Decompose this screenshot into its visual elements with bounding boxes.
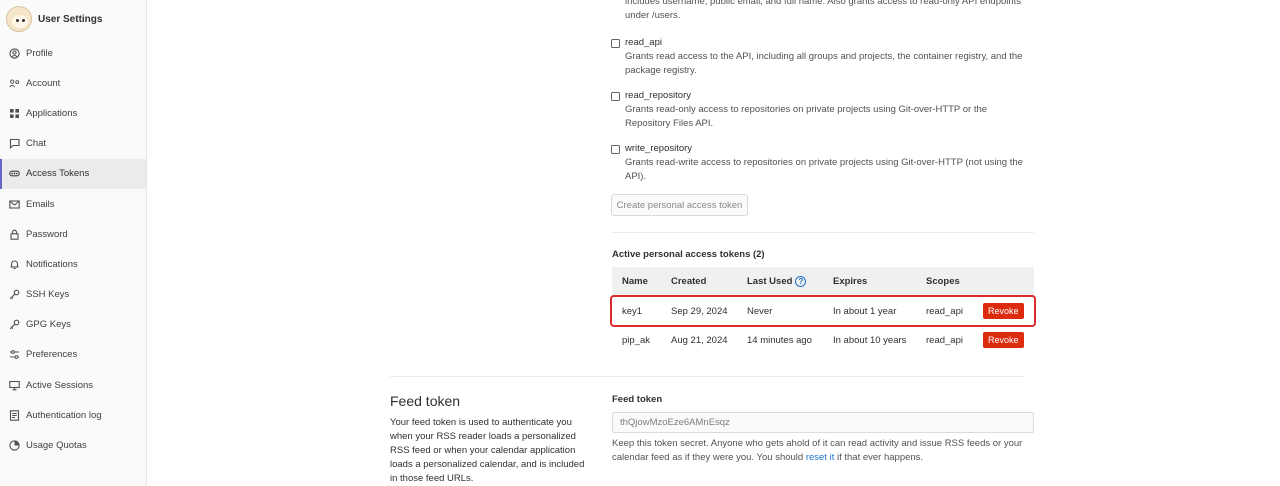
write-repository-checkbox[interactable] [611, 145, 620, 154]
help-icon[interactable]: ? [795, 275, 807, 287]
sidebar-item-authentication-log[interactable]: Authentication log [0, 400, 146, 430]
account-icon [9, 78, 20, 89]
log-icon [9, 410, 20, 421]
preferences-icon [9, 349, 20, 360]
col-expires: Expires [833, 275, 868, 287]
col-scopes: Scopes [926, 275, 960, 287]
sidebar-item-notifications[interactable]: Notifications [0, 249, 146, 279]
feed-token-description: Your feed token is used to authenticate … [390, 417, 585, 484]
col-name: Name [622, 275, 648, 287]
sidebar-item-chat[interactable]: Chat [0, 129, 146, 159]
scope-read-api: read_api Grants read access to the API, … [611, 37, 1034, 78]
sidebar-item-account[interactable]: Account [0, 68, 146, 98]
read-repository-checkbox[interactable] [611, 92, 620, 101]
sidebar-item-label: Access Tokens [26, 168, 90, 180]
scope-read-repository: read_repository Grants read-only access … [611, 90, 1034, 131]
token-icon [9, 168, 20, 179]
read-repository-label[interactable]: read_repository [625, 90, 1034, 102]
col-created: Created [671, 275, 707, 287]
revoke-cell: Revoke [983, 297, 1024, 325]
sidebar-item-label: Account [26, 77, 61, 89]
read-repository-desc: Grants read-only access to repositories … [625, 104, 988, 129]
feed-token-help: Keep this token secret. Anyone who gets … [612, 437, 1034, 465]
read-api-checkbox[interactable] [611, 39, 620, 48]
key-icon [9, 289, 20, 300]
scope-write-repository: write_repository Grants read-write acces… [611, 143, 1034, 184]
section-divider [390, 376, 1024, 377]
read-api-desc: Grants read access to the API, including… [625, 51, 1023, 76]
write-repository-desc: Grants read-write access to repositories… [625, 157, 1023, 182]
email-icon [9, 199, 20, 210]
bell-icon [9, 259, 20, 270]
sidebar-item-gpg-keys[interactable]: GPG Keys [0, 310, 146, 340]
write-repository-label[interactable]: write_repository [625, 143, 1034, 155]
table-row: pip_ak Aug 21, 2024 14 minutes ago In ab… [612, 326, 1034, 354]
sidebar-item-profile[interactable]: Profile [0, 38, 146, 68]
key-icon [9, 319, 20, 330]
sidebar-item-label: Authentication log [26, 409, 102, 421]
monitor-icon [9, 380, 20, 391]
active-tokens-heading: Active personal access tokens (2) [612, 249, 765, 260]
tokens-table-header: Name Created Last Used ? Expires Scopes [612, 267, 1034, 295]
token-name: key1 [622, 305, 643, 317]
sidebar-item-emails[interactable]: Emails [0, 189, 146, 219]
token-name: pip_ak [622, 334, 650, 346]
sidebar-item-active-sessions[interactable]: Active Sessions [0, 370, 146, 400]
revoke-cell: Revoke [983, 326, 1024, 354]
section-divider [611, 232, 1034, 233]
sidebar-item-preferences[interactable]: Preferences [0, 340, 146, 370]
feed-token-title: Feed token [390, 393, 461, 409]
sidebar-item-label: Notifications [26, 258, 78, 270]
sidebar-item-label: Password [26, 228, 68, 240]
sidebar-item-label: Chat [26, 138, 47, 150]
revoke-button[interactable]: Revoke [983, 332, 1024, 348]
user-avatar[interactable] [6, 6, 32, 32]
sidebar-item-label: Preferences [26, 349, 78, 361]
read-user-scope-desc: includes username, public email, and ful… [625, 0, 1022, 21]
token-last-used: 14 minutes ago [747, 334, 812, 346]
sidebar-item-ssh-keys[interactable]: SSH Keys [0, 280, 146, 310]
feed-help-tail: if that ever happens. [834, 452, 924, 463]
token-expires: In about 10 years [833, 334, 907, 346]
sidebar-title[interactable]: User Settings [38, 14, 102, 25]
sidebar-item-usage-quotas[interactable]: Usage Quotas [0, 430, 146, 460]
create-token-button[interactable]: Create personal access token [611, 194, 748, 216]
reset-link[interactable]: reset it [806, 452, 835, 463]
lock-icon [9, 229, 20, 240]
token-created: Aug 21, 2024 [671, 334, 728, 346]
profile-icon [9, 47, 20, 59]
sidebar-item-applications[interactable]: Applications [0, 98, 146, 128]
sidebar-item-label: Applications [26, 107, 78, 119]
sidebar-item-password[interactable]: Password [0, 219, 146, 249]
sidebar-header: User Settings [0, 0, 146, 38]
sidebar-item-label: GPG Keys [26, 319, 71, 331]
sidebar-item-label: Emails [26, 198, 55, 210]
sidebar-item-label: Profile [26, 47, 53, 59]
sidebar-item-label: Active Sessions [26, 379, 94, 391]
token-scopes: read_api [926, 334, 963, 346]
col-last-used: Last Used ? [747, 267, 807, 295]
read-api-label[interactable]: read_api [625, 37, 1034, 49]
applications-icon [9, 108, 20, 119]
sidebar-item-label: SSH Keys [26, 289, 70, 301]
token-created: Sep 29, 2024 [671, 305, 728, 317]
token-scopes: read_api [926, 305, 963, 317]
main-content: includes username, public email, and ful… [147, 0, 1280, 486]
sidebar-item-access-tokens[interactable]: Access Tokens [0, 158, 146, 190]
chat-icon [9, 138, 20, 150]
token-last-used: Never [747, 305, 773, 317]
feed-token-field[interactable]: thQjowMzoEze6AMnEsqz [612, 412, 1034, 433]
sidebar-item-label: Usage Quotas [26, 440, 87, 452]
token-expires: In about 1 year [833, 305, 897, 317]
col-last-used-label: Last Used [747, 275, 793, 287]
quota-icon [9, 440, 20, 451]
table-row: key1 Sep 29, 2024 Never In about 1 year … [610, 295, 1036, 327]
feed-token-label: Feed token [612, 394, 663, 405]
revoke-button[interactable]: Revoke [983, 303, 1024, 319]
settings-sidebar: User Settings Profile Account Applicatio… [0, 0, 147, 486]
